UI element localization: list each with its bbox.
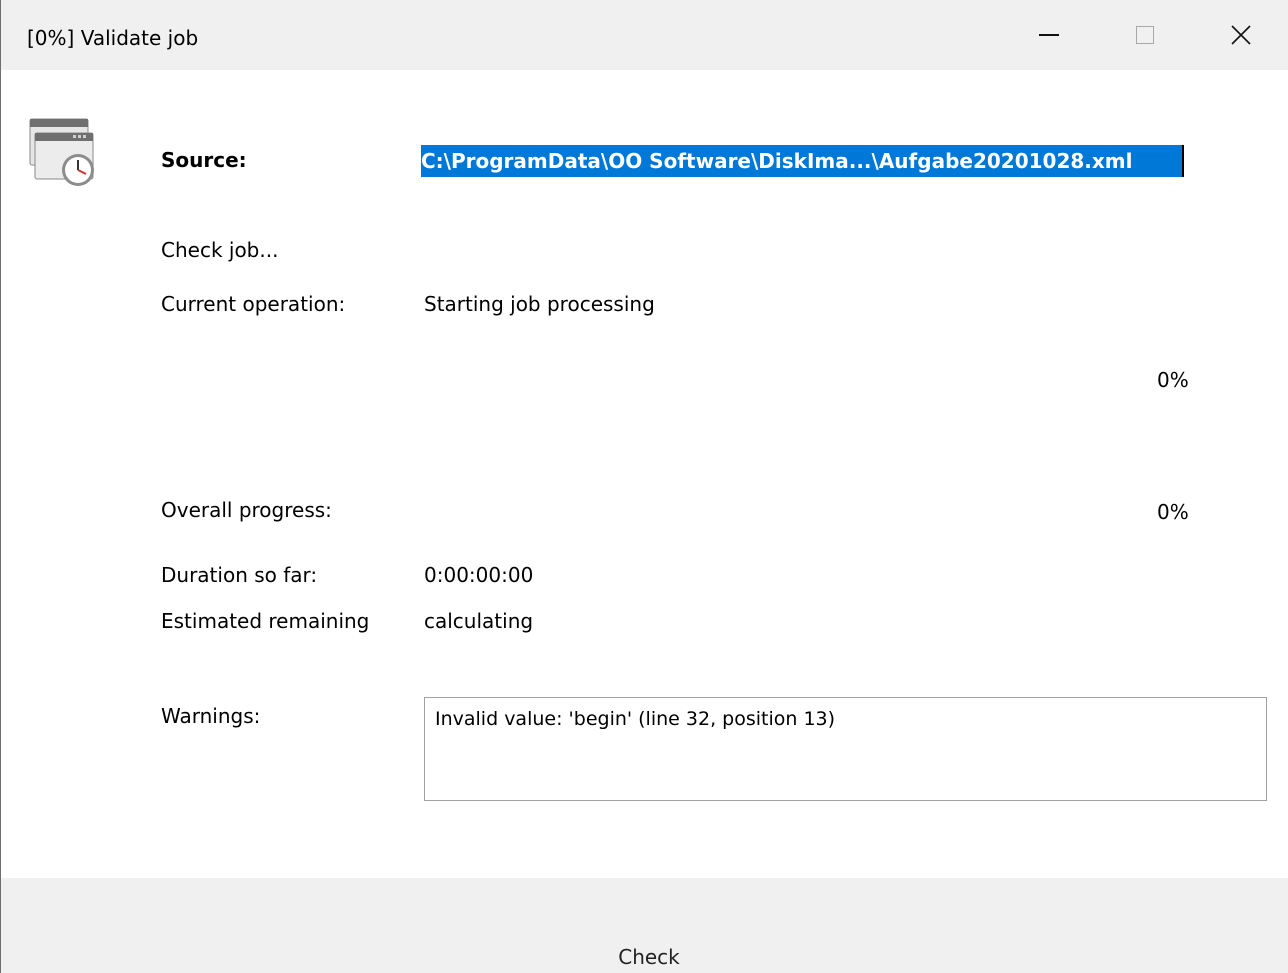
warnings-list[interactable]: Invalid value: 'begin' (line 32, positio… [424,697,1267,801]
estimated-remaining-label: Estimated remaining [161,609,370,633]
warnings-label: Warnings: [161,704,261,728]
maximize-icon [1136,26,1154,44]
close-button[interactable] [1193,0,1288,70]
text-caret [1182,145,1184,177]
source-path-field[interactable]: C:\ProgramData\OO Software\DiskIma...\Au… [421,145,1183,177]
window-title: [0%] Validate job [27,26,199,50]
minimize-button[interactable] [1001,0,1097,70]
validate-job-window: [0%] Validate job Source: C:\ProgramData… [0,0,1288,973]
close-icon [1231,25,1251,45]
check-button[interactable]: Check [597,942,701,972]
scheduled-job-icon [29,118,103,192]
warning-item: Invalid value: 'begin' (line 32, positio… [435,708,836,730]
title-bar[interactable]: [0%] Validate job [1,0,1288,70]
source-label: Source: [161,148,247,172]
current-operation-label: Current operation: [161,292,346,316]
status-text: Check job... [161,238,279,262]
duration-value: 0:00:00:00 [424,563,534,587]
current-operation-value: Starting job processing [424,292,655,316]
overall-progress-percent: 0% [1157,500,1189,524]
maximize-button[interactable] [1097,0,1193,70]
minimize-icon [1039,34,1059,36]
estimated-remaining-value: calculating [424,609,534,633]
current-operation-percent: 0% [1157,368,1189,392]
duration-label: Duration so far: [161,563,318,587]
overall-progress-label: Overall progress: [161,498,332,522]
